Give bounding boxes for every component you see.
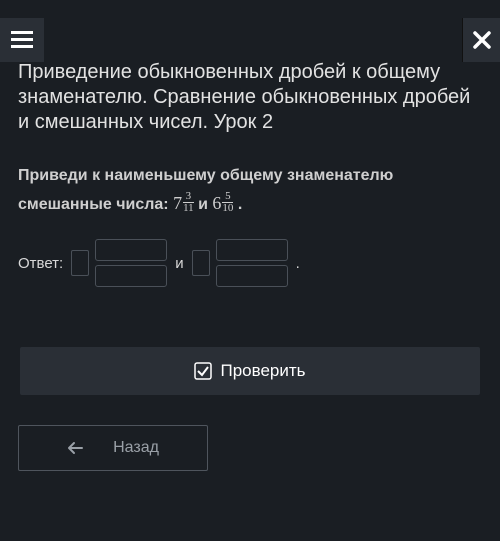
back-button[interactable]: Назад — [18, 425, 208, 471]
answer2-denominator-input[interactable] — [216, 265, 288, 287]
mixed-number-2: 6 5 10 — [212, 189, 233, 218]
close-icon — [473, 31, 491, 49]
check-icon — [194, 362, 212, 380]
check-label: Проверить — [220, 361, 305, 381]
mixed1-whole: 7 — [173, 189, 182, 218]
answer1-whole-input[interactable] — [71, 250, 89, 276]
mixed-number-1: 7 3 11 — [173, 189, 194, 218]
top-bar — [0, 0, 500, 60]
answer-separator: и — [175, 255, 183, 272]
answer-group-1 — [71, 239, 167, 287]
mixed1-den: 11 — [183, 202, 194, 215]
answer1-numerator-input[interactable] — [95, 239, 167, 261]
answer-period: . — [296, 255, 300, 272]
mixed2-num: 5 — [225, 191, 231, 203]
mixed2-whole: 6 — [212, 189, 221, 218]
answer-row: Ответ: и . — [18, 239, 482, 287]
close-button[interactable] — [462, 18, 500, 62]
mixed2-fraction: 5 10 — [222, 191, 233, 215]
back-label: Назад — [113, 439, 159, 457]
answer2-numerator-input[interactable] — [216, 239, 288, 261]
answer2-whole-input[interactable] — [192, 250, 210, 276]
answer-label: Ответ: — [18, 255, 63, 272]
answer-group-2 — [192, 239, 288, 287]
mixed1-fraction: 3 11 — [183, 191, 194, 215]
mixed1-num: 3 — [186, 191, 192, 203]
menu-button[interactable] — [0, 18, 44, 62]
lesson-title: Приведение обыкновенных дробей к общему … — [18, 60, 482, 135]
task-text: Приведи к наименьшему общему знаменателю… — [18, 163, 482, 217]
mixed2-den: 10 — [222, 202, 233, 215]
task-conj: и — [198, 196, 208, 213]
check-button[interactable]: Проверить — [20, 347, 480, 395]
answer1-fraction — [95, 239, 167, 287]
answer1-denominator-input[interactable] — [95, 265, 167, 287]
answer2-fraction — [216, 239, 288, 287]
hamburger-icon — [11, 31, 33, 49]
task-suffix: . — [238, 196, 242, 213]
arrow-left-icon — [67, 441, 83, 455]
